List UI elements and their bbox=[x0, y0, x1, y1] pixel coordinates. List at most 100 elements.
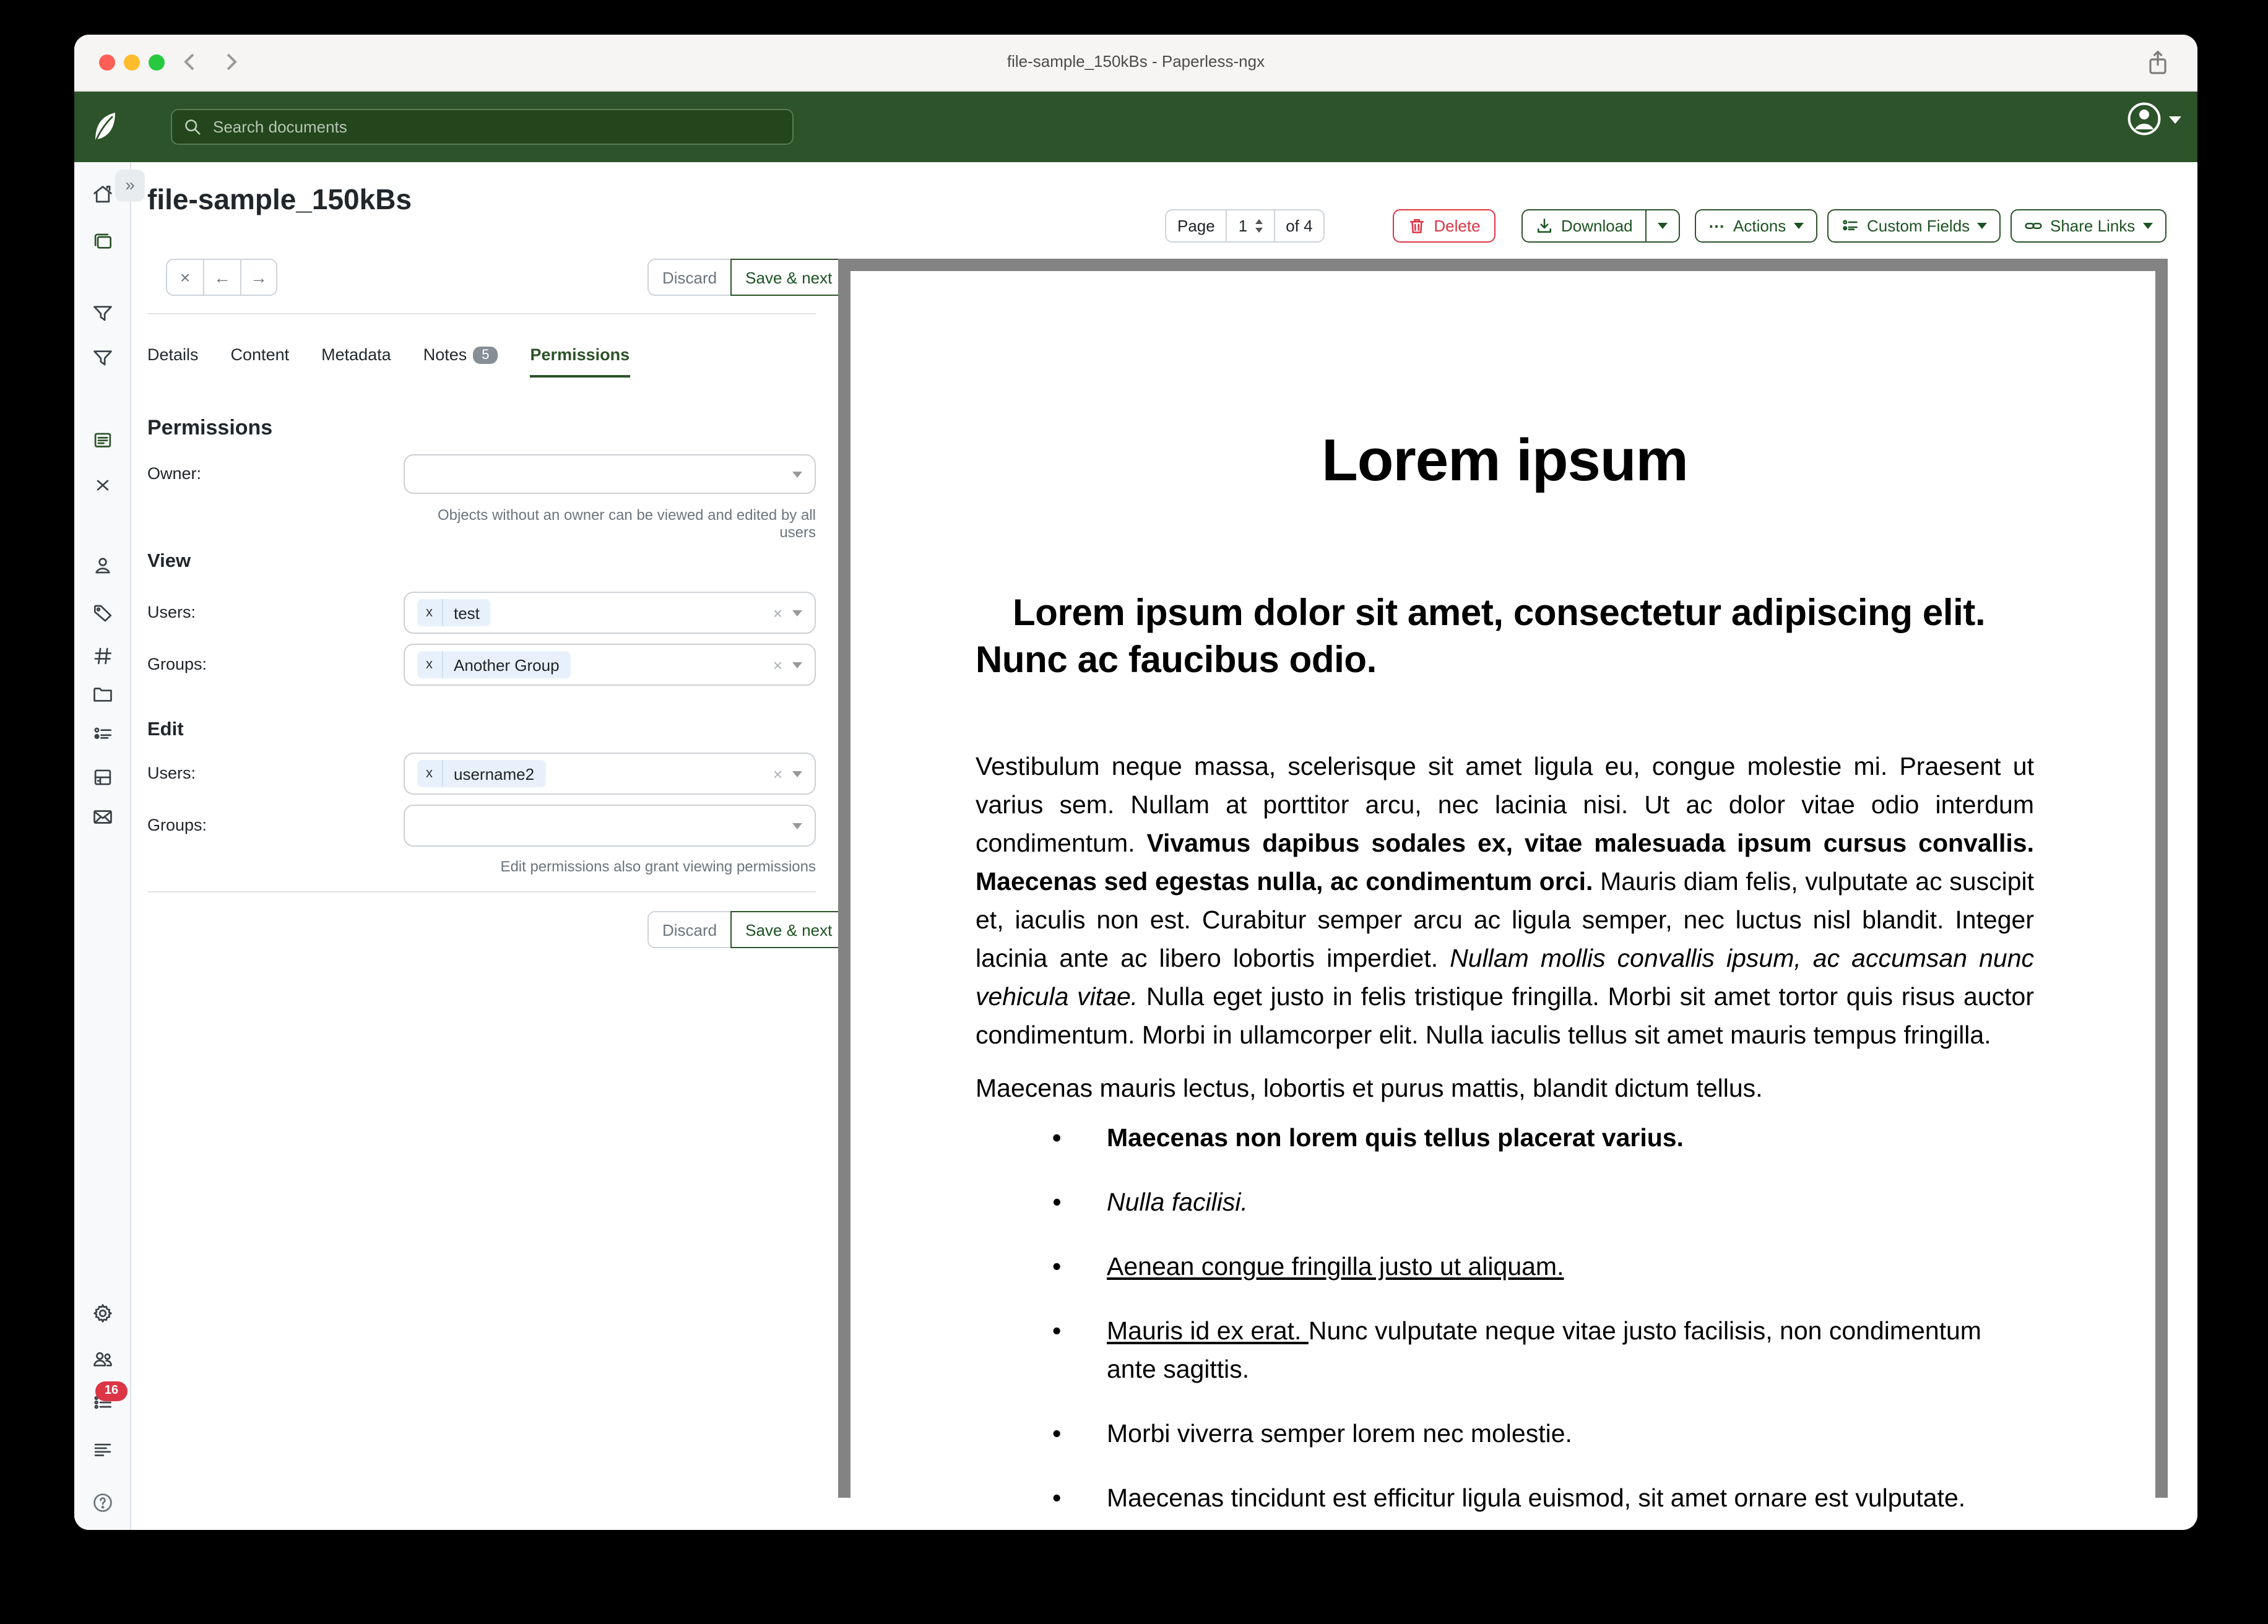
clear-selection-icon[interactable]: × bbox=[773, 655, 782, 674]
view-users-select[interactable]: xtest × bbox=[404, 592, 816, 634]
main-area: 16 » file-sample_150kBs Page 1 of 4 Dele… bbox=[74, 162, 2197, 1530]
owner-label: Owner: bbox=[147, 464, 201, 483]
chip-remove-icon[interactable]: x bbox=[417, 599, 443, 626]
preview-paragraph: Maecenas mauris lectus, lobortis et puru… bbox=[976, 1069, 2034, 1108]
selected-group-chip: xAnother Group bbox=[417, 651, 571, 678]
tasks-badge: 16 bbox=[95, 1381, 128, 1401]
log-lines-icon bbox=[90, 1438, 114, 1461]
download-label: Download bbox=[1561, 217, 1633, 235]
sidebar-item-mail[interactable] bbox=[90, 805, 114, 829]
sidebar-item-settings[interactable] bbox=[90, 1302, 114, 1325]
download-split-button: Download bbox=[1521, 209, 1680, 243]
notes-count-badge: 5 bbox=[473, 347, 498, 364]
close-document-button[interactable]: × bbox=[166, 259, 203, 296]
desktop: file-sample_150kBs - Paperless-ngx bbox=[0, 0, 2268, 1624]
sidebar-item-documents[interactable] bbox=[90, 230, 114, 253]
caret-down-icon bbox=[2142, 223, 2152, 229]
sidebar-item-logs[interactable] bbox=[90, 1438, 114, 1461]
owner-select[interactable] bbox=[404, 454, 816, 494]
sidebar-item-filter[interactable] bbox=[90, 346, 114, 369]
sidebar-item-custom-fields[interactable] bbox=[90, 722, 114, 746]
previous-document-button[interactable]: ← bbox=[203, 259, 240, 296]
preview-subtitle: Lorem ipsum dolor sit amet, consectetur … bbox=[976, 590, 2034, 685]
caret-down-icon bbox=[1658, 223, 1668, 229]
chip-remove-icon[interactable]: x bbox=[417, 760, 443, 787]
selected-user-chip: xtest bbox=[417, 599, 491, 626]
chip-remove-icon[interactable]: x bbox=[417, 651, 443, 678]
sidebar-item-dashboard[interactable] bbox=[90, 183, 114, 206]
next-document-button[interactable]: → bbox=[240, 259, 277, 296]
view-groups-select[interactable]: xAnother Group × bbox=[404, 644, 816, 686]
tag-icon bbox=[90, 602, 114, 626]
document-nav-group: × ← → bbox=[166, 259, 277, 296]
discard-button[interactable]: Discard bbox=[647, 911, 730, 948]
document-tabs: Details Content Metadata Notes5 Permissi… bbox=[147, 345, 630, 378]
actions-label: Actions bbox=[1733, 217, 1786, 235]
window-title: file-sample_150kBs - Paperless-ngx bbox=[74, 52, 2197, 71]
sidebar-item-saved-views[interactable] bbox=[90, 301, 114, 325]
view-groups-label: Groups: bbox=[147, 655, 207, 673]
sidebar-expand-button[interactable]: » bbox=[115, 170, 145, 202]
tab-details[interactable]: Details bbox=[147, 345, 199, 378]
edit-groups-label: Groups: bbox=[147, 816, 207, 834]
save-and-next-button[interactable]: Save & next bbox=[730, 259, 846, 296]
sidebar-item-open-document[interactable] bbox=[90, 429, 114, 452]
list-item: Aenean congue fringilla justo ut aliquam… bbox=[976, 1248, 2034, 1286]
actions-button[interactable]: ⋯ Actions bbox=[1695, 209, 1817, 243]
search-input[interactable] bbox=[210, 116, 781, 137]
sidebar-item-users-groups[interactable] bbox=[90, 1347, 114, 1371]
sidebar-item-correspondents[interactable] bbox=[90, 554, 114, 577]
sidebar-item-close-document[interactable] bbox=[90, 473, 114, 497]
caret-down-icon bbox=[792, 662, 802, 668]
clear-selection-icon[interactable]: × bbox=[773, 764, 782, 783]
preview-title: Lorem ipsum bbox=[976, 427, 2034, 495]
tab-metadata[interactable]: Metadata bbox=[321, 345, 391, 378]
close-icon bbox=[90, 473, 114, 497]
documents-icon bbox=[90, 230, 114, 253]
caret-down-icon bbox=[792, 823, 802, 829]
sidebar-item-tags[interactable] bbox=[90, 602, 114, 626]
edit-users-select[interactable]: xusername2 × bbox=[404, 753, 816, 795]
preview-bullet-list: Maecenas non lorem quis tellus placerat … bbox=[976, 1119, 2034, 1530]
person-icon bbox=[90, 554, 114, 577]
gear-icon bbox=[90, 1302, 114, 1325]
list-item: Mauris id ex erat. Nunc vulputate neque … bbox=[976, 1312, 2034, 1389]
owner-help-text: Objects without an owner can be viewed a… bbox=[404, 506, 816, 541]
file-card-icon bbox=[90, 766, 114, 789]
share-links-button[interactable]: Share Links bbox=[2010, 209, 2166, 243]
question-circle-icon bbox=[90, 1491, 114, 1514]
tab-notes[interactable]: Notes5 bbox=[423, 345, 498, 378]
sidebar-item-help[interactable] bbox=[90, 1491, 114, 1514]
page-navigation-group: Page 1 of 4 bbox=[1165, 209, 1325, 243]
save-and-next-button[interactable]: Save & next bbox=[730, 911, 846, 948]
link-icon bbox=[2024, 217, 2043, 235]
user-avatar-icon[interactable] bbox=[2126, 100, 2163, 137]
sidebar-item-document-types[interactable] bbox=[90, 683, 114, 706]
edit-heading: Edit bbox=[147, 719, 184, 741]
funnel-icon bbox=[90, 346, 114, 369]
discard-button[interactable]: Discard bbox=[647, 259, 730, 296]
view-heading: View bbox=[147, 551, 191, 573]
funnel-icon bbox=[90, 301, 114, 325]
users-icon bbox=[90, 1347, 114, 1371]
sidebar-item-storage-paths[interactable] bbox=[90, 766, 114, 789]
download-button[interactable]: Download bbox=[1521, 209, 1645, 243]
sidebar-item-asn[interactable] bbox=[90, 644, 114, 668]
custom-fields-button[interactable]: Custom Fields bbox=[1827, 209, 2001, 243]
pdf-page: Lorem ipsum Lorem ipsum dolor sit amet, … bbox=[850, 271, 2155, 1530]
tab-content[interactable]: Content bbox=[231, 345, 290, 378]
custom-fields-icon bbox=[1841, 217, 1859, 235]
delete-button[interactable]: Delete bbox=[1393, 209, 1495, 243]
paperless-logo-icon[interactable] bbox=[89, 110, 119, 144]
delete-label: Delete bbox=[1434, 217, 1480, 235]
share-icon[interactable] bbox=[2145, 50, 2170, 77]
user-menu-caret-icon[interactable] bbox=[2169, 116, 2181, 124]
edit-groups-select[interactable] bbox=[404, 805, 816, 847]
clear-selection-icon[interactable]: × bbox=[773, 603, 782, 622]
download-options-caret[interactable] bbox=[1645, 209, 1680, 243]
page-number-stepper[interactable]: 1 bbox=[1226, 209, 1273, 243]
sidebar: 16 bbox=[74, 162, 131, 1530]
list-item: Maecenas non lorem quis tellus placerat … bbox=[976, 1119, 2034, 1157]
tab-permissions[interactable]: Permissions bbox=[530, 345, 630, 378]
caret-down-icon bbox=[1977, 223, 1987, 229]
